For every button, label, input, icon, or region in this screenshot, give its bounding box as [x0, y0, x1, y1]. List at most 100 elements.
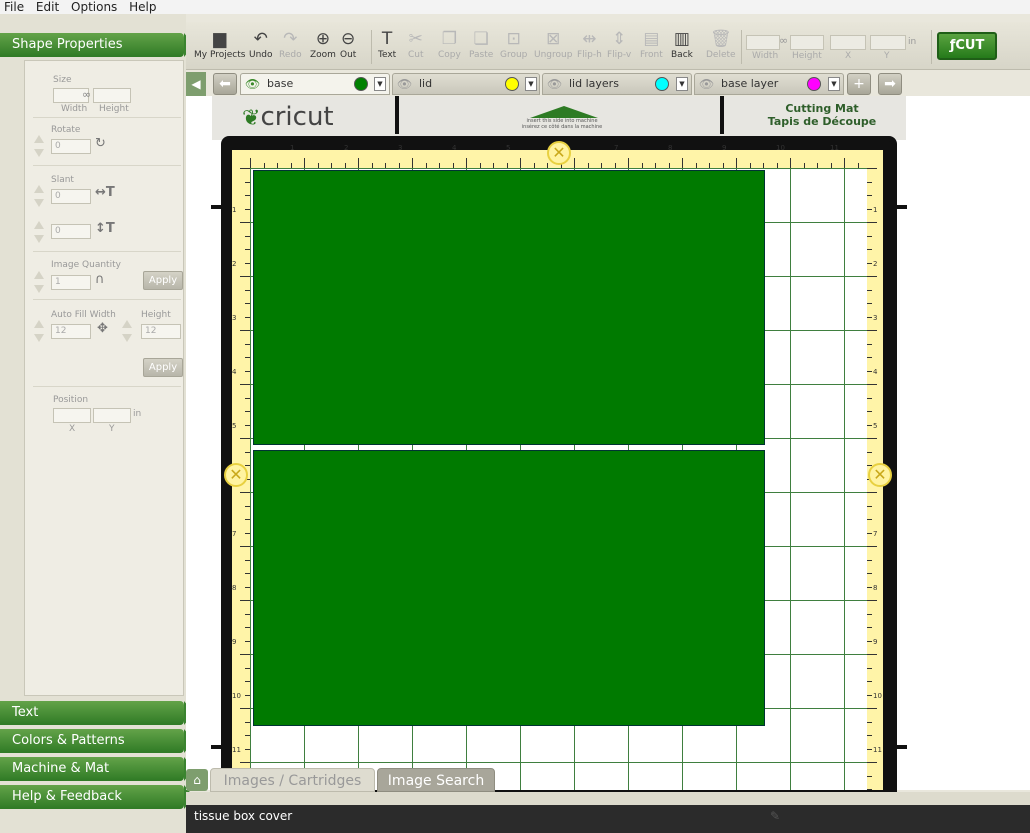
- paste-button[interactable]: ❏ Paste: [469, 28, 493, 60]
- ruler-number: 8: [873, 584, 878, 592]
- back-button[interactable]: ▥ Back: [671, 28, 693, 60]
- tab-lid-layers[interactable]: 👁 lid layers ▼: [542, 73, 692, 95]
- slant-stepper[interactable]: [33, 185, 45, 207]
- collapse-panel-button[interactable]: ◀: [186, 72, 206, 96]
- undo-button[interactable]: ↶ Undo: [249, 28, 273, 60]
- size-height-input[interactable]: [93, 88, 131, 103]
- x-label: X: [69, 424, 76, 434]
- paste-icon: ❏: [473, 29, 489, 49]
- flip-h-button[interactable]: ⇹ Flip-h: [577, 28, 602, 60]
- tab-base[interactable]: 👁 base ▼: [240, 73, 390, 95]
- toolbar-y-label: Y: [884, 51, 890, 61]
- menu-edit[interactable]: Edit: [32, 0, 63, 14]
- redo-button[interactable]: ↷ Redo: [279, 28, 302, 60]
- delete-button[interactable]: 🗑 Delete: [706, 28, 736, 60]
- tab-image-search[interactable]: Image Search: [377, 768, 495, 792]
- ungroup-button[interactable]: ⊠ Ungroup: [534, 28, 572, 60]
- my-projects-button[interactable]: ▆ My Projects: [194, 28, 245, 60]
- slant-vertical-input[interactable]: 0: [51, 224, 91, 239]
- base-shape-bottom[interactable]: [253, 450, 765, 726]
- apply-quantity-button[interactable]: Apply: [143, 271, 183, 290]
- toolbar-button-label: Back: [671, 50, 693, 60]
- zoom-button[interactable]: ⊕ Zoom: [310, 28, 336, 60]
- chevron-down-icon[interactable]: ▼: [828, 77, 840, 91]
- copy-button[interactable]: ❐ Copy: [438, 28, 461, 60]
- autofill-height-stepper[interactable]: [121, 320, 133, 342]
- image-quantity-input[interactable]: 1: [51, 275, 91, 290]
- position-x-input[interactable]: [53, 408, 91, 423]
- home-icon[interactable]: ⌂: [186, 769, 208, 791]
- front-button[interactable]: ▤ Front: [640, 28, 663, 60]
- group-icon: ⊡: [506, 29, 521, 49]
- tab-scroll-left-button[interactable]: ⬅: [213, 73, 237, 95]
- toolbar-x-input[interactable]: [830, 35, 866, 50]
- toolbar-button-label: Delete: [706, 50, 736, 60]
- ruler-number: 2: [873, 260, 878, 268]
- flip-v-button[interactable]: ⇕ Flip-v: [607, 28, 631, 60]
- group-button[interactable]: ⊡ Group: [500, 28, 527, 60]
- colors-patterns-section[interactable]: Colors & Patterns: [0, 729, 194, 753]
- text-icon: T: [381, 29, 393, 49]
- chevron-down-icon[interactable]: ▼: [525, 77, 537, 91]
- toolbar-button-label: Flip-h: [577, 50, 602, 60]
- color-swatch[interactable]: [505, 77, 519, 91]
- color-swatch[interactable]: [354, 77, 368, 91]
- menu-file[interactable]: File: [0, 0, 28, 14]
- add-tab-button[interactable]: +: [847, 73, 871, 95]
- rotate-stepper[interactable]: [33, 135, 45, 157]
- eye-icon[interactable]: 👁: [699, 74, 714, 94]
- rotate-icon[interactable]: ↻: [95, 136, 106, 151]
- pencil-icon[interactable]: ✎: [770, 805, 780, 827]
- slant-horizontal-icon[interactable]: ↔T: [95, 185, 115, 200]
- project-name: tissue box cover: [194, 809, 293, 823]
- quantity-stepper[interactable]: [33, 271, 45, 293]
- mat-header: ❦cricut insert this side into machine in…: [212, 96, 906, 140]
- cut-button[interactable]: ƒCUT: [937, 32, 997, 60]
- menu-help[interactable]: Help: [125, 0, 160, 14]
- text-section[interactable]: Text: [0, 701, 194, 725]
- rotate-input[interactable]: 0: [51, 139, 91, 154]
- autofill-width-input[interactable]: 12: [51, 324, 91, 339]
- position-unit-label: in: [133, 409, 142, 419]
- menu-options[interactable]: Options: [67, 0, 121, 14]
- toolbar-button-label: Zoom: [310, 50, 336, 60]
- tab-images-cartridges[interactable]: Images / Cartridges: [210, 768, 375, 792]
- shape-properties-panel: Size ∞ Width Height Rotate 0 ↻ Slant 0 ↔…: [24, 60, 184, 696]
- toolbar-link-icon[interactable]: ∞: [779, 34, 788, 47]
- toolbar-height-input[interactable]: [790, 35, 824, 50]
- cut-button[interactable]: ✂ Cut: [408, 28, 424, 60]
- toolbar-width-input[interactable]: [746, 35, 780, 50]
- apply-autofill-button[interactable]: Apply: [143, 358, 183, 377]
- y-label: Y: [109, 424, 115, 434]
- base-shape-top[interactable]: [253, 170, 765, 445]
- chevron-down-icon[interactable]: ▼: [676, 77, 688, 91]
- color-swatch[interactable]: [807, 77, 821, 91]
- out-button[interactable]: ⊖ Out: [340, 28, 356, 60]
- autofill-icon[interactable]: ✥: [97, 321, 108, 336]
- help-feedback-section[interactable]: Help & Feedback: [0, 785, 194, 809]
- autofill-width-stepper[interactable]: [33, 320, 45, 342]
- eye-icon[interactable]: 👁: [397, 74, 412, 94]
- link-icon[interactable]: ∞: [82, 88, 91, 101]
- slant-input[interactable]: 0: [51, 189, 91, 204]
- machine-mat-section[interactable]: Machine & Mat: [0, 757, 194, 781]
- chevron-down-icon[interactable]: ▼: [374, 77, 386, 91]
- tab-base-layer[interactable]: 👁 base layer ▼: [694, 73, 844, 95]
- text-button[interactable]: T Text: [378, 28, 396, 60]
- eye-icon[interactable]: 👁: [547, 74, 562, 94]
- color-swatch[interactable]: [655, 77, 669, 91]
- ruler-number: 11: [873, 746, 882, 754]
- position-y-input[interactable]: [93, 408, 131, 423]
- ruler-number: 5: [506, 144, 511, 152]
- ruler-number: 8: [232, 584, 237, 592]
- slant-vertical-stepper[interactable]: [33, 221, 45, 243]
- slant-vertical-icon[interactable]: ↕T: [95, 221, 115, 236]
- ruler-number: 1: [290, 144, 295, 152]
- alignment-marker-icon: ✕: [547, 141, 571, 165]
- eye-icon[interactable]: 👁: [245, 74, 260, 94]
- tab-scroll-right-button[interactable]: ➡: [878, 73, 902, 95]
- toolbar-y-input[interactable]: [870, 35, 906, 50]
- tab-lid[interactable]: 👁 lid ▼: [392, 73, 540, 95]
- shape-properties-header[interactable]: Shape Properties: [0, 33, 194, 57]
- autofill-height-input[interactable]: 12: [141, 324, 181, 339]
